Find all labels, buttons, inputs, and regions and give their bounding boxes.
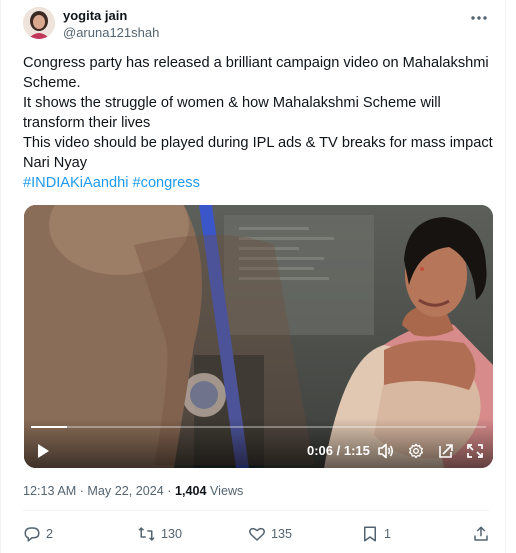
current-time: 0:06 xyxy=(307,443,334,458)
share-button[interactable] xyxy=(472,524,490,544)
hashtag-indiakiaandhi[interactable]: #INDIAKiAandhi xyxy=(23,175,128,191)
share-icon xyxy=(474,526,488,541)
volume-icon[interactable] xyxy=(377,443,395,459)
tweet-text-line: Scheme. xyxy=(23,75,81,91)
bookmark-count: 1 xyxy=(384,527,392,541)
progress-bar[interactable] xyxy=(31,426,486,428)
progress-fill xyxy=(31,426,68,428)
gear-icon[interactable] xyxy=(407,443,425,459)
retweet-button[interactable]: 130 xyxy=(137,524,182,544)
tweet-card: yogita jain @aruna121shah Congress party… xyxy=(0,0,506,553)
reply-button[interactable]: 2 xyxy=(23,524,53,544)
retweet-count: 130 xyxy=(161,527,183,541)
avatar[interactable] xyxy=(23,7,55,39)
heart-icon xyxy=(249,527,265,541)
duration: 1:15 xyxy=(343,443,370,458)
tweet-meta: 12:13 AM · May 22, 2024 · 1,404 Views xyxy=(23,484,243,498)
tweet-date[interactable]: May 22, 2024 xyxy=(87,484,163,498)
views-label: Views xyxy=(209,484,244,498)
views-count: 1,404 xyxy=(174,484,207,498)
hashtag-line: #INDIAKiAandhi #congress xyxy=(23,173,493,193)
tweet-text-line: This video should be played during IPL a… xyxy=(23,135,493,151)
reply-icon xyxy=(24,527,40,542)
author-display-name[interactable]: yogita jain xyxy=(63,7,159,24)
like-count: 135 xyxy=(271,527,293,541)
tweet-header: yogita jain @aruna121shah xyxy=(23,6,489,46)
author-handle[interactable]: @aruna121shah xyxy=(63,24,159,41)
fullscreen-icon[interactable] xyxy=(466,443,484,459)
retweet-icon xyxy=(138,527,155,541)
author-names: yogita jain @aruna121shah xyxy=(63,7,159,41)
tweet-time[interactable]: 12:13 AM xyxy=(23,484,76,498)
meta-separator: · xyxy=(167,484,172,498)
video-player[interactable]: 0:06 / 1:15 xyxy=(24,205,493,468)
reply-count: 2 xyxy=(46,527,54,541)
like-button[interactable]: 135 xyxy=(248,524,292,544)
more-horizontal-icon[interactable] xyxy=(469,11,489,25)
tweet-text-line: Congress party has released a brilliant … xyxy=(23,55,489,71)
hashtag-congress[interactable]: #congress xyxy=(133,175,200,191)
open-external-icon[interactable] xyxy=(437,443,455,459)
video-controls: 0:06 / 1:15 xyxy=(24,418,493,468)
tweet-actions: 2 130 135 1 xyxy=(1,520,507,548)
video-time: 0:06 / 1:15 xyxy=(307,443,370,458)
play-icon[interactable] xyxy=(35,443,51,459)
tweet-text-line: It shows the struggle of women & how Mah… xyxy=(23,95,441,111)
tweet-text-line: transform their lives xyxy=(23,115,151,131)
bookmark-icon xyxy=(364,526,376,542)
tweet-text-line: Nari Nyay xyxy=(23,155,88,171)
divider xyxy=(23,510,489,511)
meta-separator: · xyxy=(79,484,84,498)
bookmark-button[interactable]: 1 xyxy=(361,524,391,544)
tweet-text: Congress party has released a brilliant … xyxy=(23,53,493,193)
